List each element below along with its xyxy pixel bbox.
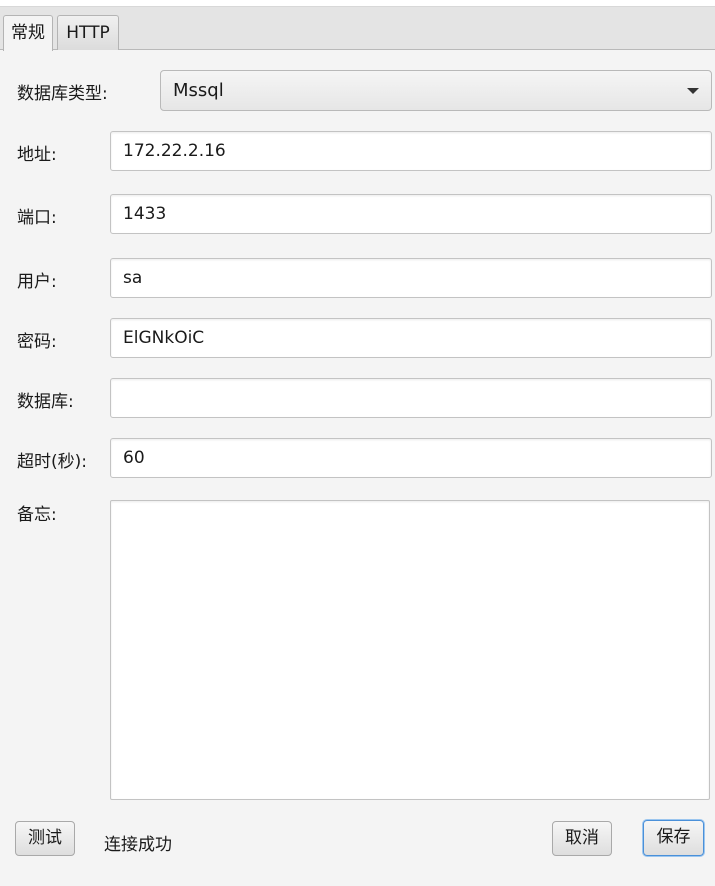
user-input[interactable]	[110, 258, 712, 298]
database-label: 数据库:	[17, 392, 74, 412]
tab-http[interactable]: HTTP	[57, 15, 119, 50]
address-input[interactable]	[110, 131, 712, 171]
connection-status-text: 连接成功	[104, 835, 172, 855]
tab-general[interactable]: 常规	[3, 15, 53, 51]
password-label: 密码:	[17, 332, 57, 352]
save-button[interactable]: 保存	[643, 820, 704, 856]
title-strip	[0, 0, 715, 7]
memo-label: 备忘:	[17, 505, 57, 525]
cancel-button[interactable]: 取消	[552, 821, 612, 856]
db-connection-dialog: 常规 HTTP 数据库类型: Mssql 地址: 端口: 用户: 密码: 数据库…	[0, 0, 715, 886]
database-input[interactable]	[110, 378, 712, 418]
port-input[interactable]	[110, 194, 712, 234]
timeout-label: 超时(秒):	[17, 452, 87, 472]
user-label: 用户:	[17, 272, 57, 292]
db-type-value: Mssql	[173, 80, 224, 101]
test-button[interactable]: 测试	[15, 821, 75, 856]
password-input[interactable]	[110, 318, 712, 358]
chevron-down-icon	[687, 88, 699, 94]
port-label: 端口:	[17, 208, 57, 228]
db-type-label: 数据库类型:	[17, 84, 108, 104]
address-label: 地址:	[17, 145, 57, 165]
memo-textarea[interactable]	[110, 500, 710, 800]
timeout-input[interactable]	[110, 438, 712, 478]
tab-bar: 常规 HTTP	[0, 7, 715, 51]
db-type-select[interactable]: Mssql	[160, 70, 712, 111]
